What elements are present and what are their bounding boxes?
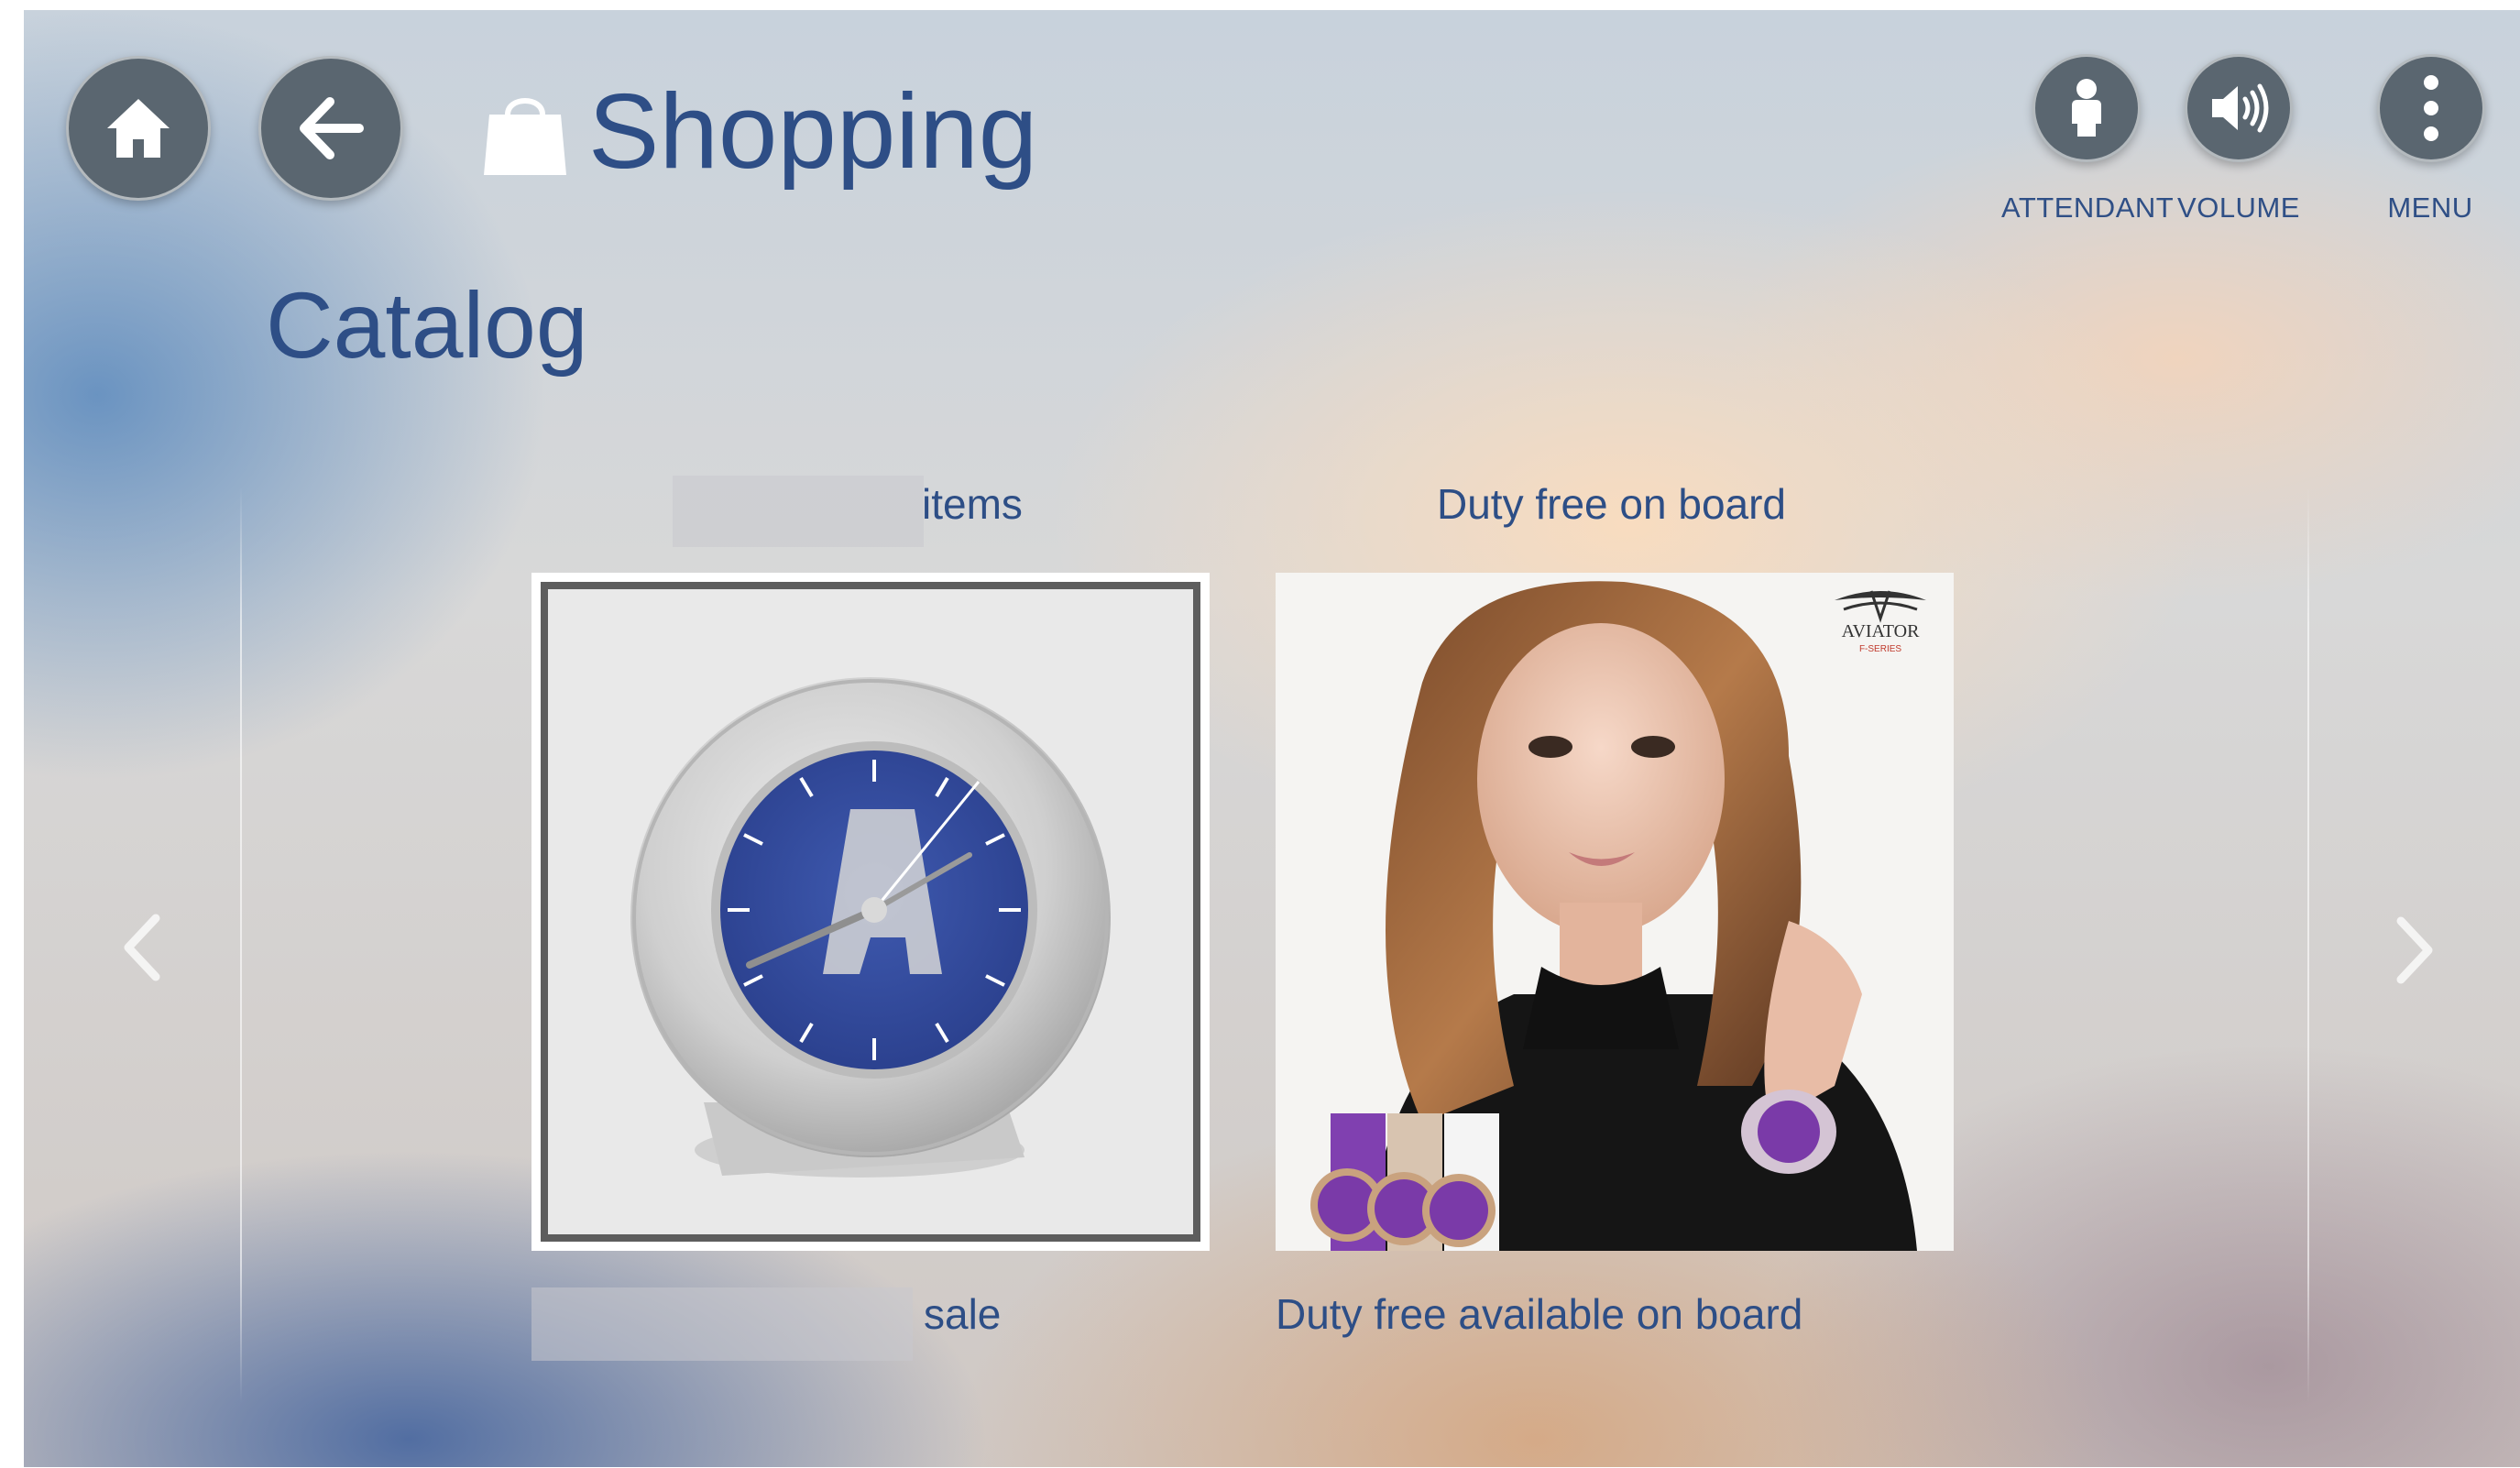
- item-2-heading: Duty free on board: [1437, 480, 1787, 528]
- home-icon: [107, 99, 170, 158]
- volume-button[interactable]: [2185, 54, 2293, 162]
- carousel-left-divider: [240, 487, 242, 1403]
- menu-label: MENU: [2387, 192, 2473, 224]
- app-screen: Shopping ATTENDANT VOLUME MENU Catalog i…: [24, 10, 2520, 1467]
- redacted-heading-block: [673, 476, 924, 547]
- attendant-button[interactable]: [2032, 54, 2141, 162]
- volume-label: VOLUME: [2177, 192, 2300, 224]
- item-1-heading: items: [922, 480, 1023, 528]
- menu-button[interactable]: [2377, 54, 2485, 162]
- chevron-right-icon: [2396, 916, 2433, 984]
- attendant-label: ATTENDANT: [2001, 192, 2175, 224]
- alarm-clock-image: [548, 589, 1193, 1234]
- item-1-caption: sale: [924, 1290, 1002, 1338]
- catalog-item-1[interactable]: [531, 573, 1210, 1251]
- catalog-item-2[interactable]: AVIATOR F-SERIES: [1276, 573, 1954, 1251]
- back-button[interactable]: [258, 56, 403, 201]
- carousel-prev-button[interactable]: [119, 913, 165, 994]
- chevron-left-icon: [124, 914, 160, 981]
- aviator-watches-image: AVIATOR F-SERIES: [1276, 573, 1954, 1251]
- speaker-icon: [2212, 83, 2269, 133]
- carousel-right-divider: [2307, 487, 2309, 1403]
- redacted-caption-block: [531, 1287, 913, 1361]
- svg-text:F-SERIES: F-SERIES: [1859, 644, 1901, 654]
- home-button[interactable]: [66, 56, 211, 201]
- carousel-next-button[interactable]: [2392, 915, 2438, 997]
- item-2-caption: Duty free available on board: [1276, 1290, 1803, 1338]
- section-title: Shopping: [588, 71, 1038, 191]
- shopping-bag-icon: [484, 98, 566, 175]
- svg-text:AVIATOR: AVIATOR: [1842, 621, 1920, 641]
- page-title: Catalog: [266, 273, 588, 378]
- selected-item-frame: [541, 582, 1200, 1242]
- person-icon: [2072, 79, 2101, 137]
- vertical-dots-icon: [2424, 75, 2438, 141]
- back-arrow-icon: [300, 97, 364, 159]
